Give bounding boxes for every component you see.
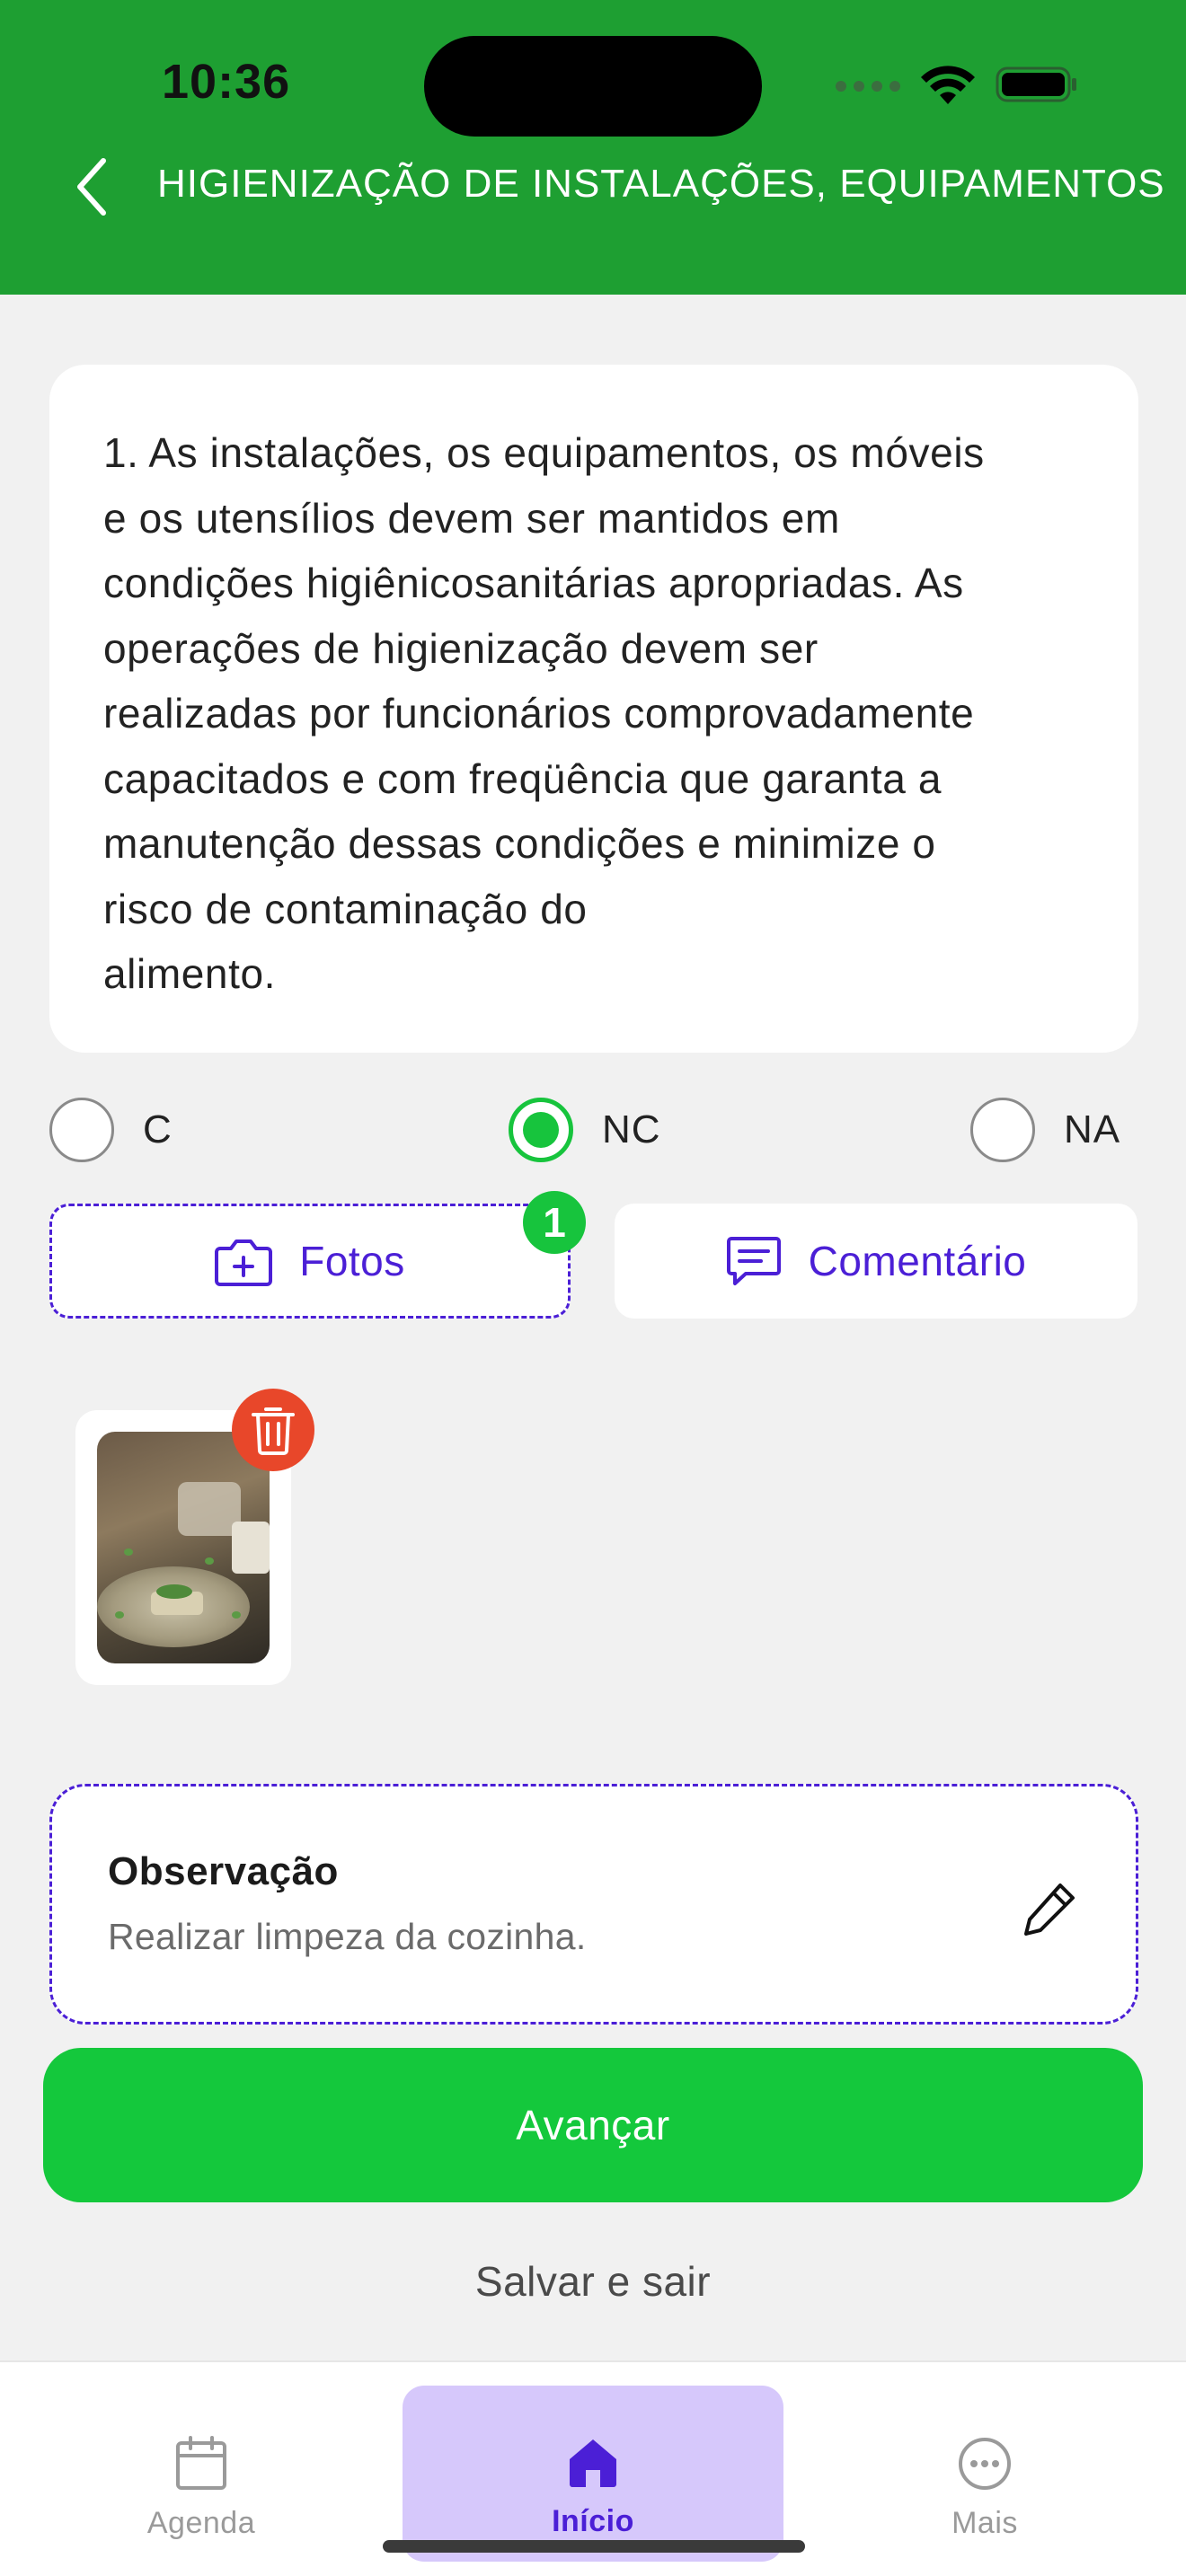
- nav-label-agenda: Agenda: [146, 2506, 256, 2540]
- delete-photo-button[interactable]: [232, 1389, 314, 1471]
- nav-label-mais: Mais: [951, 2506, 1018, 2540]
- option-nc-label: NC: [602, 1107, 661, 1151]
- more-icon: [959, 2438, 1011, 2490]
- question-text: 1. As instalações, os equipamentos, os m…: [103, 429, 985, 997]
- observation-title: Observação: [108, 1849, 339, 1893]
- comment-button[interactable]: Comentário: [615, 1204, 1137, 1319]
- chevron-left-icon: [77, 158, 106, 216]
- nav-label-inicio: Início: [552, 2504, 634, 2538]
- kitchen-photo[interactable]: [97, 1432, 270, 1663]
- nav-item-mais[interactable]: Mais: [796, 2386, 1173, 2562]
- save-and-exit-button[interactable]: Salvar e sair: [368, 2245, 818, 2317]
- radio-nc[interactable]: [509, 1098, 573, 1162]
- calendar-icon: [176, 2436, 226, 2490]
- status-time: 10:36: [162, 55, 291, 109]
- battery-icon: [996, 66, 1076, 102]
- page-title: HIGIENIZAÇÃO DE INSTALAÇÕES, EQUIPAMENTO…: [157, 162, 1165, 206]
- photos-button[interactable]: Fotos: [49, 1204, 571, 1319]
- pencil-icon[interactable]: [1021, 1880, 1078, 1937]
- wifi-icon: [921, 66, 975, 104]
- question-card: 1. As instalações, os equipamentos, os m…: [49, 365, 1138, 1053]
- option-c[interactable]: C: [49, 1098, 173, 1162]
- option-nc[interactable]: NC: [509, 1098, 661, 1162]
- home-icon: [570, 2439, 616, 2487]
- advance-button[interactable]: Avançar: [43, 2048, 1143, 2202]
- nav-item-inicio[interactable]: Início: [403, 2386, 783, 2562]
- nav-item-agenda[interactable]: Agenda: [13, 2386, 390, 2562]
- observation-box[interactable]: Observação Realizar limpeza da cozinha.: [49, 1784, 1138, 2025]
- photos-label: Fotos: [299, 1238, 405, 1284]
- trash-icon: [252, 1407, 295, 1455]
- radio-c[interactable]: [49, 1098, 114, 1162]
- option-c-label: C: [143, 1107, 173, 1151]
- photo-count-badge: 1: [523, 1191, 586, 1254]
- status-icons: [836, 59, 1087, 113]
- comment-label: Comentário: [808, 1238, 1027, 1284]
- option-na[interactable]: NA: [970, 1098, 1120, 1162]
- add-photo-icon: [215, 1239, 273, 1286]
- observation-text: Realizar limpeza da cozinha.: [108, 1916, 587, 1957]
- app-header: 10:36 HIGIENIZAÇÃO DE INSTALAÇÕES, EQUIP…: [0, 0, 1186, 295]
- cellular-signal-icon: [836, 81, 900, 92]
- radio-na[interactable]: [970, 1098, 1035, 1162]
- home-indicator: [383, 2540, 805, 2553]
- comment-icon: [726, 1237, 781, 1285]
- option-na-label: NA: [1064, 1107, 1121, 1151]
- back-button[interactable]: [59, 151, 122, 223]
- dynamic-island: [424, 36, 762, 137]
